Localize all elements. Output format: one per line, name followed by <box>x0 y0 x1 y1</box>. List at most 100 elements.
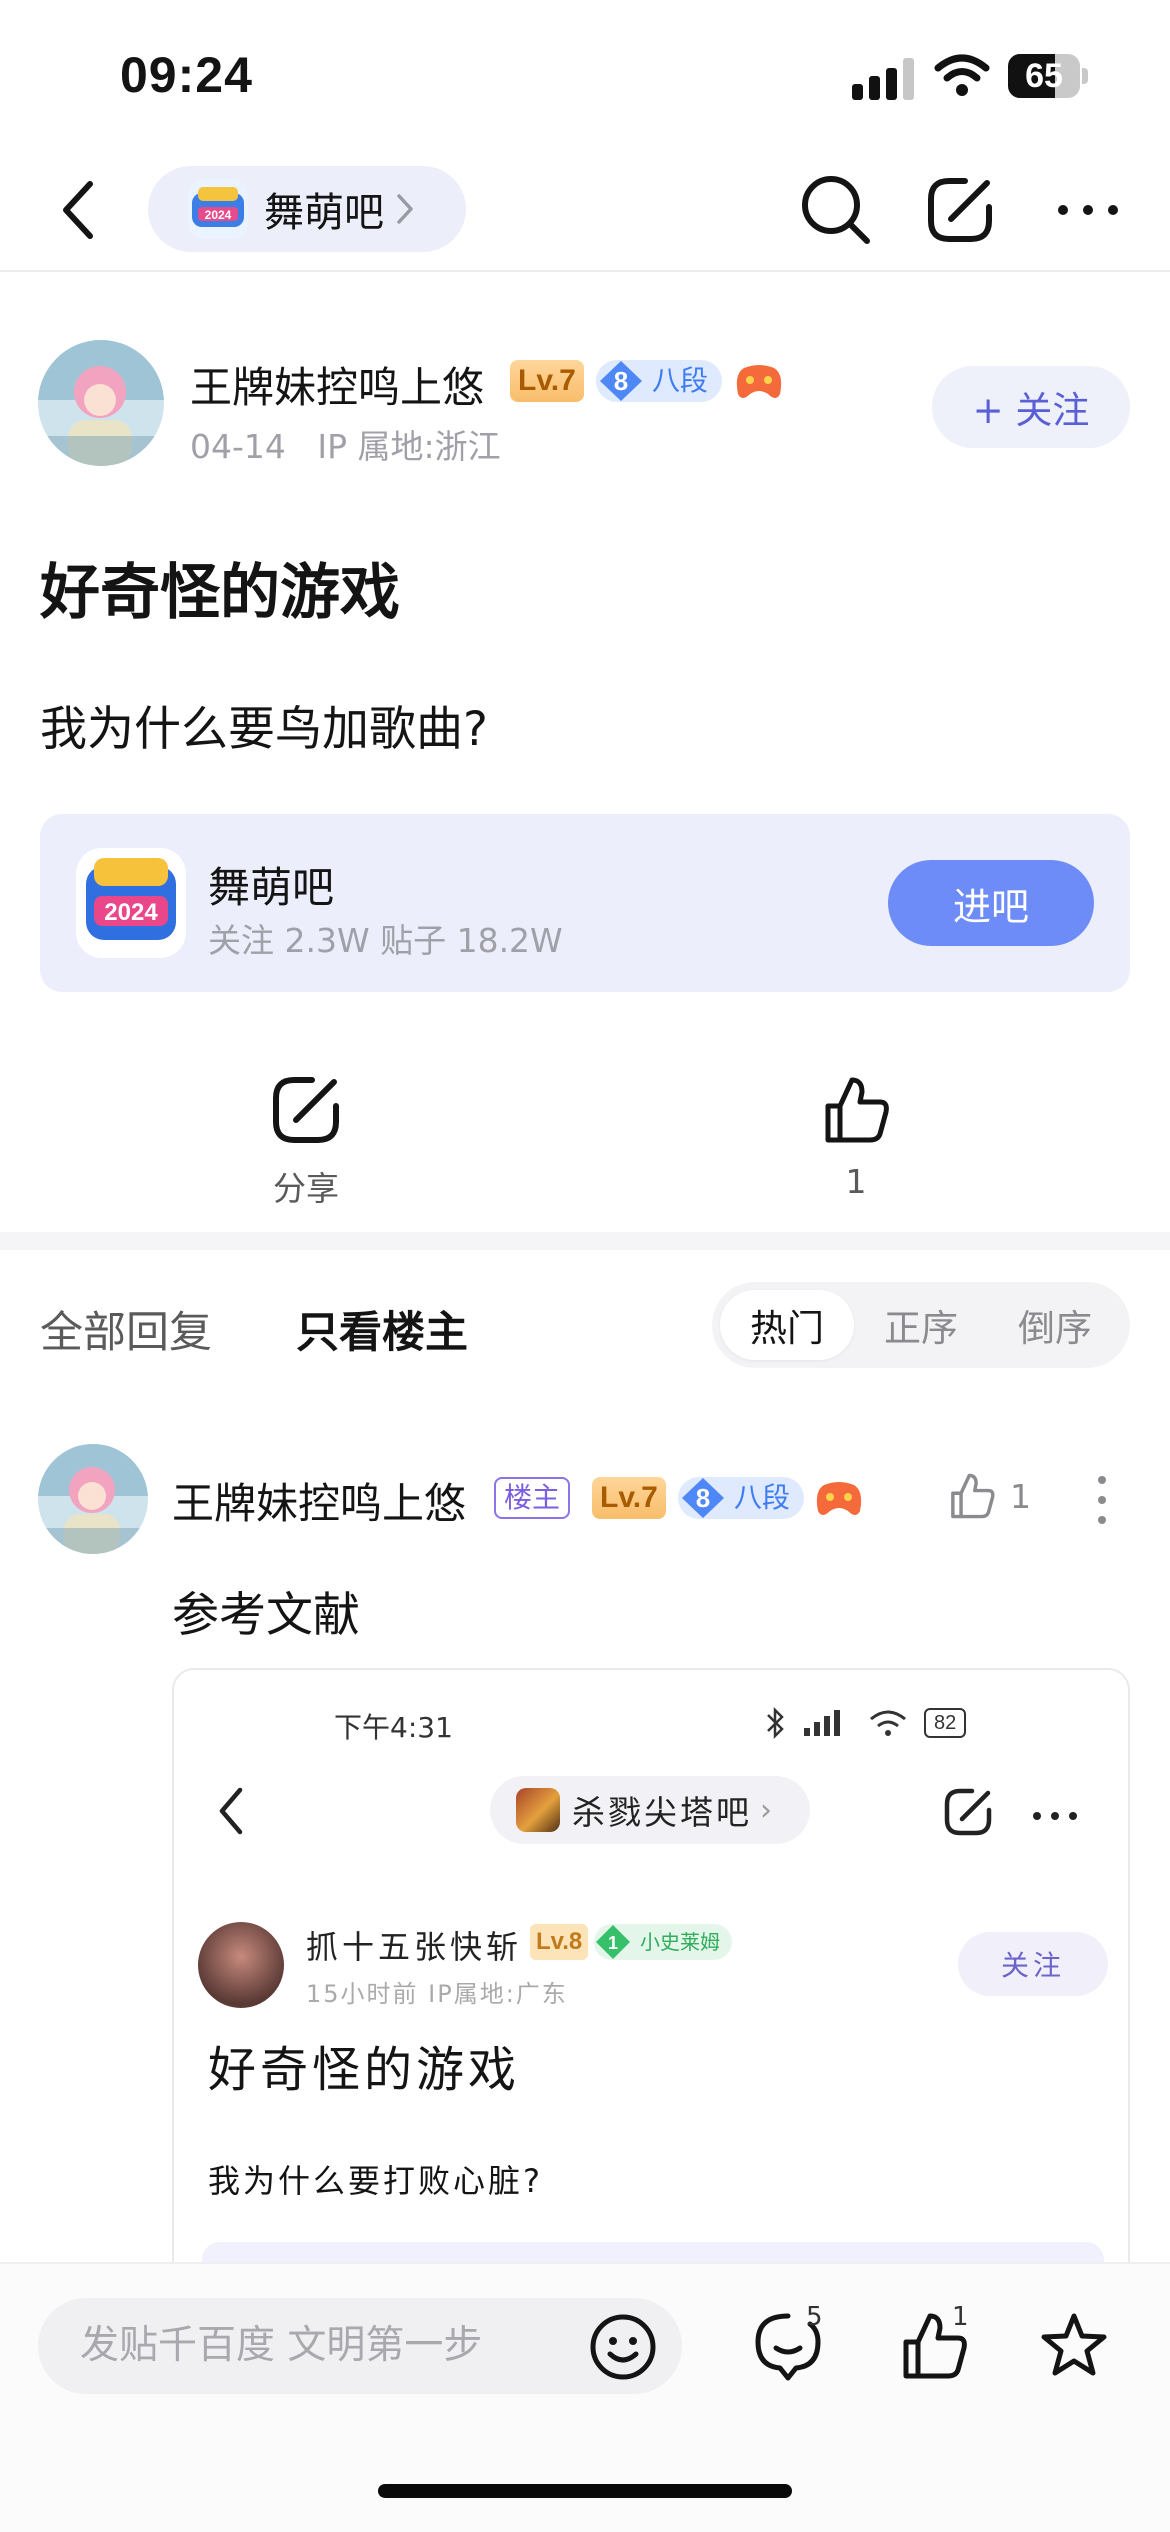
emoji-icon <box>590 2314 656 2380</box>
embed-forum-logo-icon <box>516 1788 560 1832</box>
sort-descending[interactable]: 倒序 <box>988 1290 1122 1360</box>
reply-level-badge: Lv.7 <box>592 1477 666 1519</box>
embed-status-time: 下午4:31 <box>334 1711 453 1744</box>
follow-button[interactable]: + 关注 <box>932 366 1130 448</box>
level-badge: Lv.7 <box>510 360 584 402</box>
embed-battery-level: 82 <box>934 1712 957 1734</box>
reply-text: 参考文献 <box>172 1588 360 1643</box>
author-name[interactable]: 王牌妹控鸣上悠 <box>190 354 484 415</box>
author-avatar[interactable] <box>38 340 164 466</box>
embed-more-icon <box>1030 1802 1080 1823</box>
rank-number: 8 <box>695 1483 711 1513</box>
reply-more-button[interactable] <box>1090 1470 1114 1530</box>
cellular-signal-icon <box>852 58 916 100</box>
share-icon <box>273 1077 339 1143</box>
embed-post-body: 我为什么要打败心脏? <box>208 2162 543 2200</box>
embed-status-icons: 82 <box>764 1706 967 1740</box>
diamond-icon: 1 <box>594 1924 632 1960</box>
reply-rank-badge: 8 八段 <box>678 1477 805 1519</box>
wifi-icon <box>870 1710 906 1736</box>
forum-logo-text: 2024 <box>205 208 232 222</box>
diamond-icon: 8 <box>680 1477 726 1519</box>
reply-author-name[interactable]: 王牌妹控鸣上悠 <box>172 1470 466 1531</box>
embed-rank-label: 小史莱姆 <box>640 1930 720 1954</box>
tab-all-replies[interactable]: 全部回复 <box>40 1298 212 1360</box>
emoji-button[interactable] <box>588 2312 658 2382</box>
nav-bar: 2024 舞萌吧 <box>0 150 1170 272</box>
sort-ascending[interactable]: 正序 <box>854 1290 988 1360</box>
battery-icon: 65 <box>1008 54 1088 98</box>
forum-logo-icon: 2024 <box>76 848 186 958</box>
forum-logo-icon: 2024 <box>188 179 248 239</box>
chevron-right-icon: › <box>760 1792 772 1828</box>
reply-input[interactable]: 发贴千百度 文明第一步 <box>38 2298 682 2394</box>
status-bar: 09:24 65 <box>0 0 1170 150</box>
tab-host-only[interactable]: 只看楼主 <box>296 1298 468 1360</box>
more-vertical-icon <box>1098 1476 1106 1524</box>
forum-card-name: 舞萌吧 <box>208 863 335 912</box>
forum-card[interactable]: 2024 舞萌吧 关注 2.3W 贴子 18.2W 进吧 <box>40 814 1130 992</box>
bluetooth-icon <box>767 1706 784 1740</box>
share-button[interactable] <box>920 170 1000 250</box>
search-icon <box>802 176 870 244</box>
forum-link-pill[interactable]: 2024 舞萌吧 <box>148 166 466 252</box>
sort-switcher: 热门 正序 倒序 <box>712 1282 1130 1368</box>
thumbs-up-icon <box>951 1473 995 1519</box>
enter-forum-button[interactable]: 进吧 <box>888 860 1094 946</box>
thumbs-up-icon <box>825 1077 889 1143</box>
reply-like-button[interactable]: 1 <box>946 1470 1031 1522</box>
share-label: 分享 <box>273 1169 339 1208</box>
share-icon <box>928 178 992 242</box>
embed-forum-pill: 杀戮尖塔吧 › <box>490 1776 810 1844</box>
host-badge: 楼主 <box>494 1477 571 1519</box>
chevron-right-icon <box>396 191 420 227</box>
rank-badge: 8 八段 <box>596 360 723 402</box>
embed-rank-number: 1 <box>608 1933 618 1953</box>
signal-icon <box>804 1710 840 1736</box>
reply-like-count: 1 <box>1010 1476 1031 1516</box>
rank-label: 八段 <box>734 1481 791 1514</box>
rank-label: 八段 <box>652 364 709 397</box>
more-icon <box>1058 205 1118 215</box>
post-ip: IP 属地:浙江 <box>317 427 501 466</box>
embed-post-meta: 15小时前 IP属地:广东 <box>306 1980 568 2008</box>
home-indicator <box>378 2484 792 2498</box>
embed-follow-button: 关注 <box>958 1932 1108 1996</box>
forum-card-stats: 关注 2.3W 贴子 18.2W <box>208 921 563 960</box>
like-count: 1 <box>952 2302 969 2332</box>
embed-post-title: 好奇怪的游戏 <box>208 2042 521 2098</box>
diamond-icon: 8 <box>598 360 644 402</box>
post-body: 我为什么要鸟加歌曲? <box>40 702 488 757</box>
search-button[interactable] <box>796 170 876 250</box>
post-meta: 04-14 IP 属地:浙江 <box>190 420 501 468</box>
like-action[interactable]: 1 <box>756 1072 956 1201</box>
battery-level: 65 <box>1025 57 1063 95</box>
wifi-icon <box>934 52 990 98</box>
gamepad-icon <box>734 360 784 404</box>
post-title: 好奇怪的游戏 <box>40 558 400 628</box>
bottom-bar: 发贴千百度 文明第一步 5 1 <box>0 2262 1170 2532</box>
sort-hot[interactable]: 热门 <box>720 1290 854 1360</box>
share-action[interactable]: 分享 <box>206 1072 406 1210</box>
embed-level-badge: Lv.8 <box>530 1924 589 1960</box>
forum-name: 舞萌吧 <box>264 190 384 236</box>
post-date: 04-14 <box>190 427 286 466</box>
embed-rank-badge: 1 小史莱姆 <box>594 1924 732 1960</box>
favorite-button[interactable] <box>1036 2308 1112 2384</box>
forum-logo-text: 2024 <box>104 899 158 926</box>
embed-back-icon <box>214 1786 248 1836</box>
back-button[interactable] <box>48 172 108 248</box>
embed-forum-name: 杀戮尖塔吧 <box>572 1793 752 1832</box>
embed-author-name: 抓十五张快斩 <box>306 1928 523 1966</box>
status-time: 09:24 <box>120 47 253 103</box>
gamepad-icon <box>814 1477 864 1521</box>
like-count: 1 <box>845 1162 867 1201</box>
battery-icon: 82 <box>924 1708 967 1738</box>
reply-author-avatar[interactable] <box>38 1444 148 1554</box>
section-divider <box>0 1232 1170 1250</box>
reply-input-placeholder: 发贴千百度 文明第一步 <box>80 2323 483 2368</box>
embed-author-avatar <box>198 1922 284 2008</box>
chevron-left-icon <box>63 181 93 239</box>
more-button[interactable] <box>1048 170 1128 250</box>
rank-number: 8 <box>613 366 629 396</box>
